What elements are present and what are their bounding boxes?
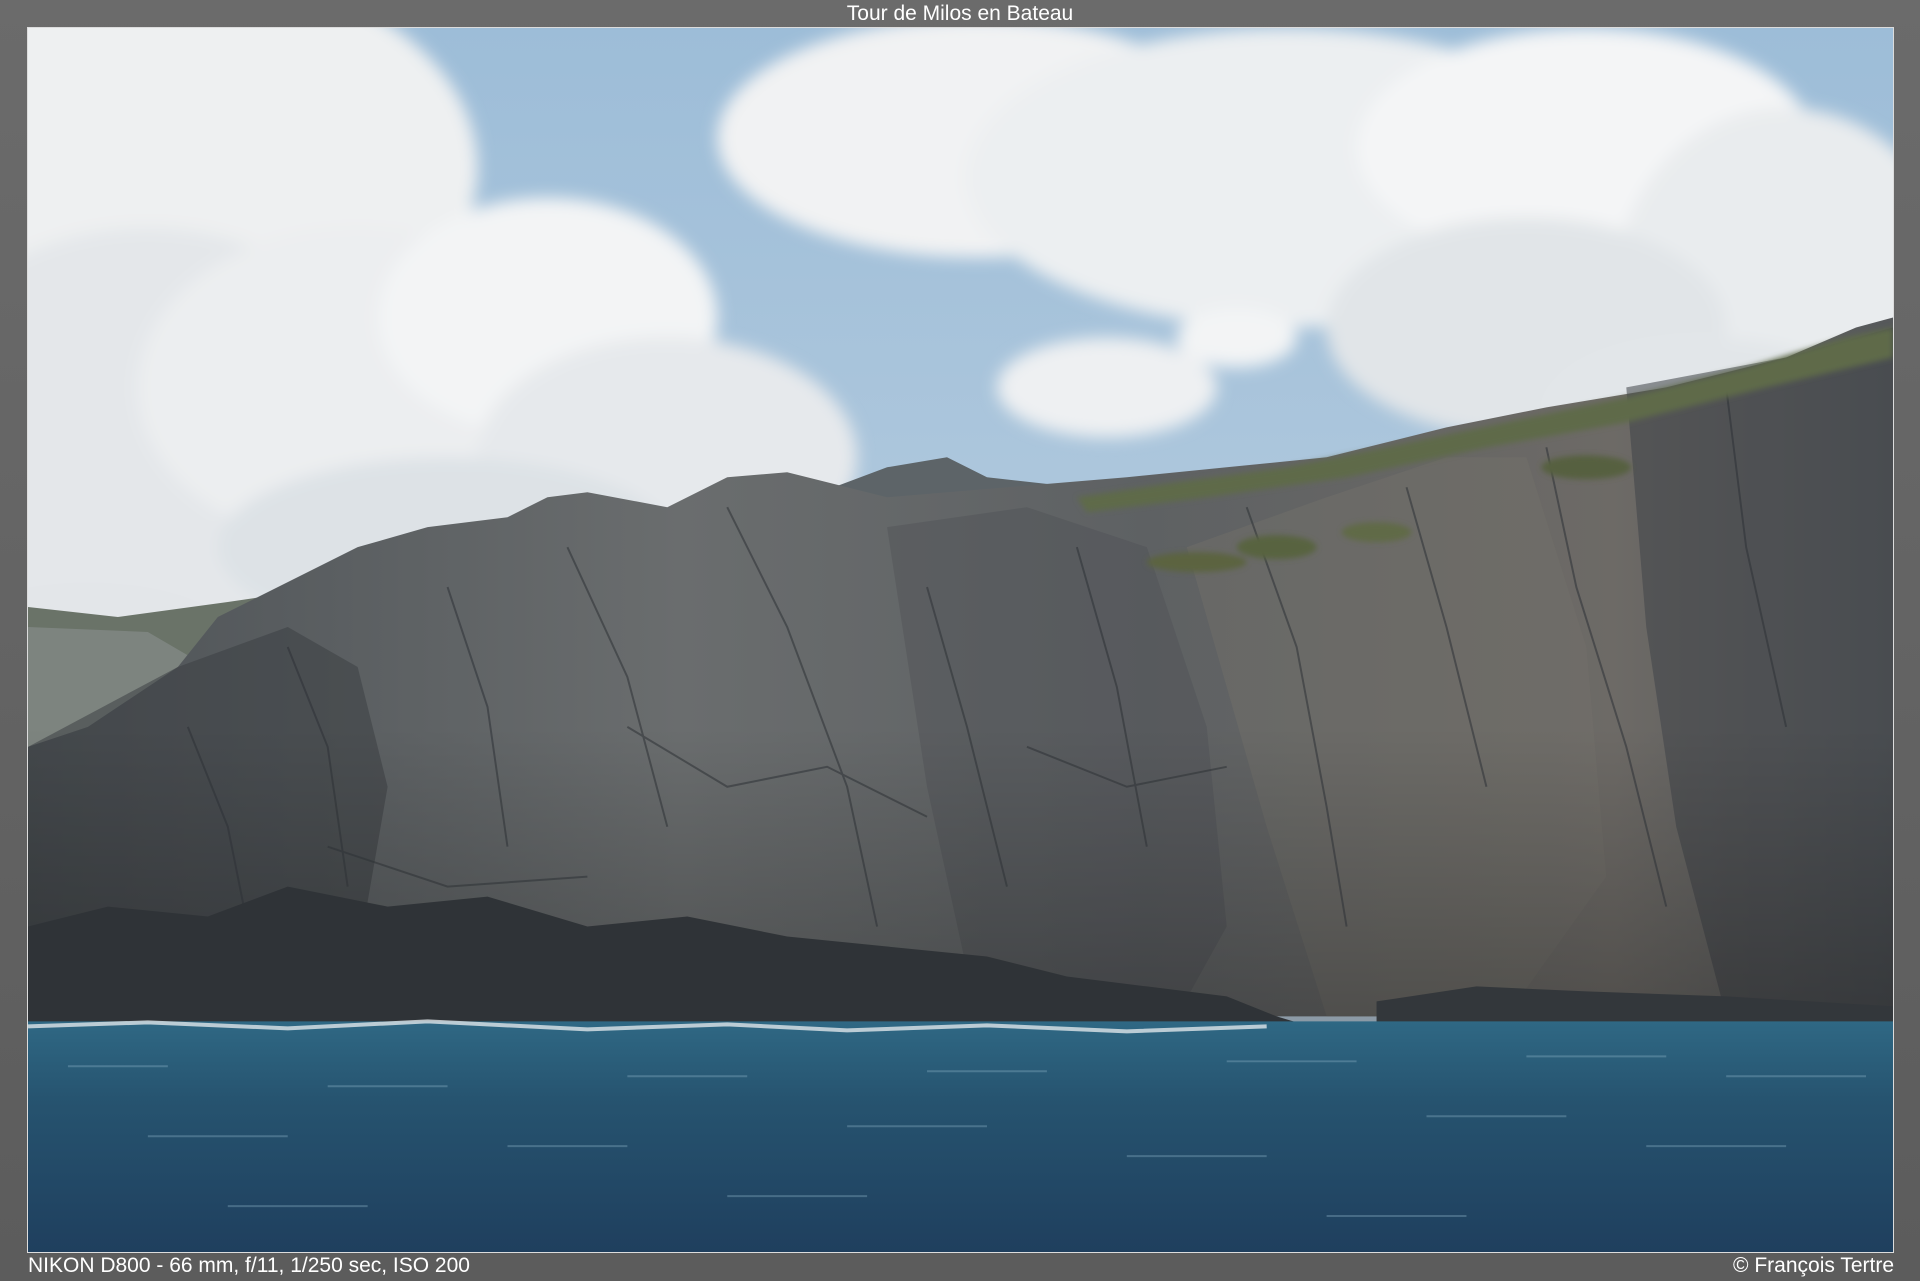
copyright: © François Tertre: [1733, 1254, 1894, 1277]
photo-title: Tour de Milos en Bateau: [846, 2, 1074, 25]
gallery-frame: Tour de Milos en Bateau NIKON D800 - 66 …: [0, 0, 1920, 1281]
photo[interactable]: [27, 27, 1894, 1253]
exif-info: NIKON D800 - 66 mm, f/11, 1/250 sec, ISO…: [28, 1254, 470, 1277]
photo-scene: [28, 28, 1893, 1252]
